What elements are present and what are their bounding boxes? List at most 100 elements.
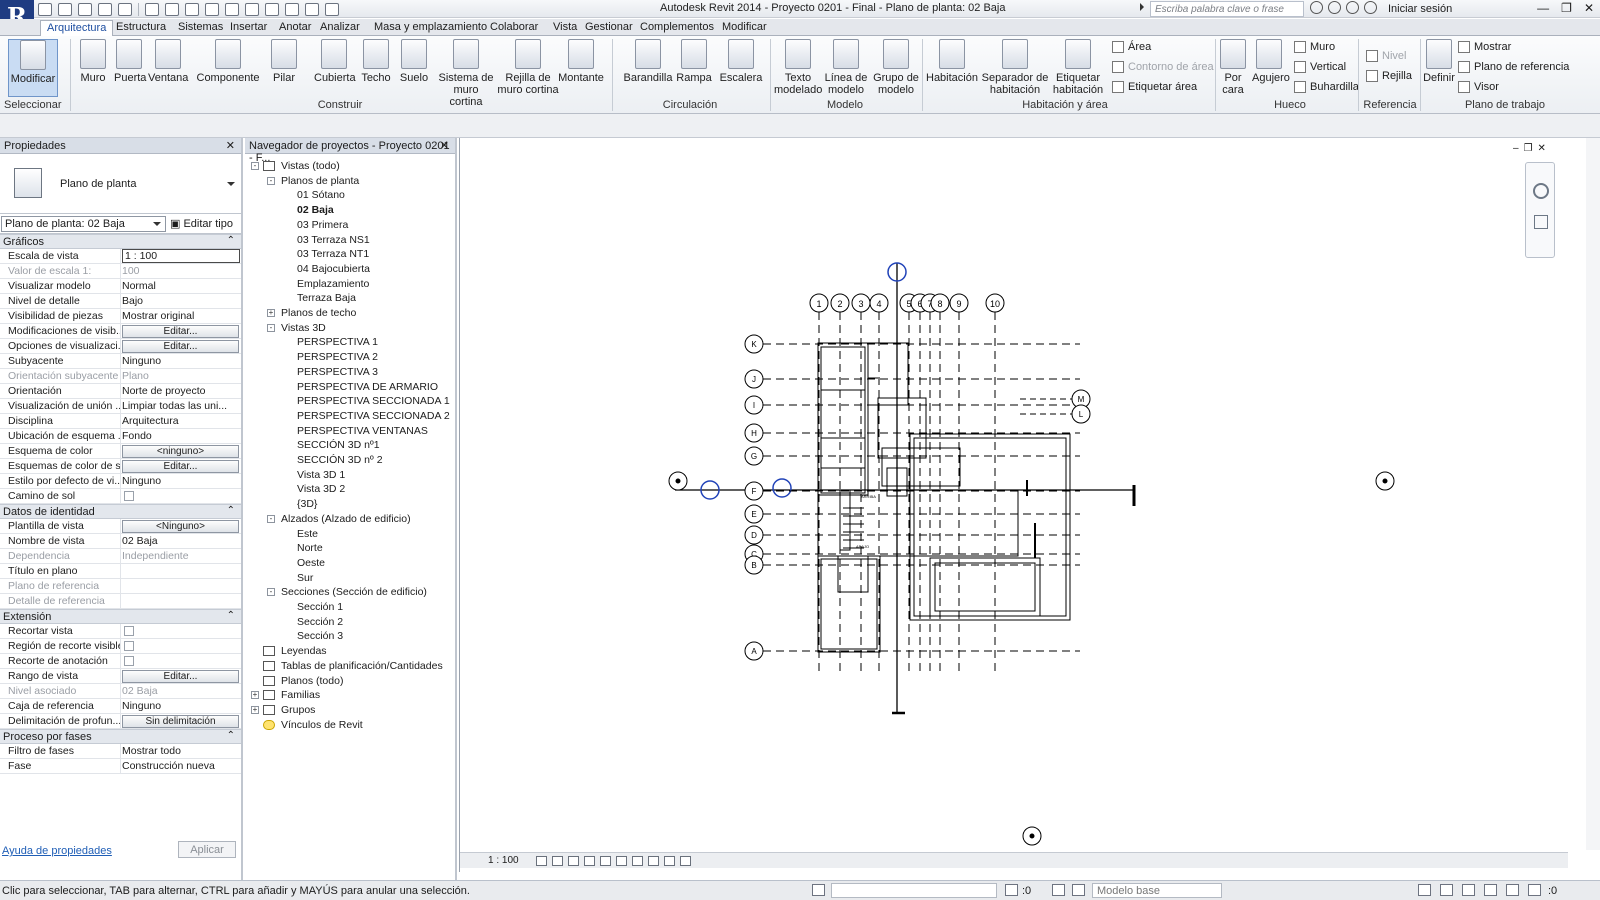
browser-item-seccion-3d-n-2[interactable]: SECCIÓN 3D nº 2	[297, 454, 383, 466]
expand-icon[interactable]: +	[267, 309, 275, 317]
property-edit-button[interactable]: Sin delimitación	[122, 715, 239, 728]
text-icon[interactable]	[205, 2, 219, 16]
barandilla-button[interactable]: Barandilla	[620, 39, 676, 84]
search-expand-icon[interactable]	[1140, 3, 1144, 11]
rampa-button[interactable]: Rampa	[676, 39, 712, 84]
binoculars-icon[interactable]	[1310, 1, 1323, 14]
browser-item-familias[interactable]: Familias	[281, 689, 320, 701]
tab-complementos[interactable]: Complementos	[634, 20, 720, 36]
tab-colaborar[interactable]: Colaborar	[484, 20, 544, 36]
subscription-icon[interactable]	[1328, 1, 1341, 14]
section-icon[interactable]	[245, 2, 259, 16]
browser-item-leyendas[interactable]: Leyendas	[281, 645, 327, 657]
puerta-button[interactable]: Puerta	[114, 39, 146, 84]
wall[interactable]	[817, 489, 1019, 557]
property-checkbox[interactable]	[124, 641, 134, 651]
texto-modelado-button[interactable]: Texto modelado	[774, 39, 822, 96]
browser-item-perspectiva-seccionada-2[interactable]: PERSPECTIVA SECCIONADA 2	[297, 410, 450, 422]
sync-icon[interactable]	[78, 2, 92, 16]
collapse-icon[interactable]: ⌃	[227, 730, 235, 741]
redo-icon[interactable]	[118, 2, 132, 16]
tab-arquitectura[interactable]: Arquitectura	[40, 20, 114, 36]
section-marker[interactable]	[772, 478, 792, 498]
habitacion-button[interactable]: Habitación	[926, 39, 978, 84]
wall[interactable]	[877, 397, 927, 459]
property-value[interactable]: 02 Baja	[122, 535, 240, 547]
select-by-face-icon[interactable]	[1484, 884, 1497, 896]
close-icon[interactable]: ✕	[226, 139, 235, 152]
browser-item-perspectiva-de-armario[interactable]: PERSPECTIVA DE ARMARIO	[297, 381, 438, 393]
tab-analizar[interactable]: Analizar	[314, 20, 366, 36]
instance-selector[interactable]: Plano de planta: 02 Baja	[1, 216, 166, 232]
browser-item-vista-3d-2[interactable]: Vista 3D 2	[297, 483, 345, 495]
wall[interactable]	[881, 447, 961, 487]
browser-item-vistas-todo[interactable]: Vistas (todo)	[281, 160, 340, 172]
workset-dropdown[interactable]	[831, 883, 997, 898]
browser-item-perspectiva-ventanas[interactable]: PERSPECTIVA VENTANAS	[297, 425, 428, 437]
vertical-small-button[interactable]: Vertical	[1294, 61, 1346, 73]
vertical-scrollbar[interactable]	[1586, 138, 1600, 850]
wall[interactable]	[867, 342, 909, 406]
chevron-down-icon[interactable]	[227, 182, 235, 186]
grupo-de-modelo-button[interactable]: Grupo de modelo	[870, 39, 922, 96]
browser-item-alzados-alzado-de-edificio[interactable]: Alzados (Alzado de edificio)	[281, 513, 411, 525]
aligned-dimension-icon[interactable]	[165, 2, 179, 16]
browser-item-planos-de-planta[interactable]: Planos de planta	[281, 175, 359, 187]
property-value[interactable]: Norte de proyecto	[122, 385, 240, 397]
property-value[interactable]: Mostrar original	[122, 310, 240, 322]
muro-button[interactable]: Muro	[78, 39, 108, 84]
wall[interactable]	[909, 433, 1071, 621]
group-datos-de-identidad[interactable]: Datos de identidad ⌃	[0, 504, 241, 519]
shadows-icon[interactable]	[584, 856, 595, 866]
montante-button[interactable]: Montante	[556, 39, 606, 84]
edit-type-button[interactable]: ▣ Editar tipo	[170, 217, 233, 230]
unlock-3d-icon[interactable]	[632, 856, 643, 866]
rejilla-de-muro-cortina-button[interactable]: Rejilla de muro cortina	[494, 39, 562, 96]
browser-item-perspectiva-1[interactable]: PERSPECTIVA 1	[297, 336, 378, 348]
measure-icon[interactable]	[145, 2, 159, 16]
close-icon[interactable]: ✕	[440, 139, 449, 152]
crop-region-icon[interactable]	[616, 856, 627, 866]
tab-insertar[interactable]: Insertar	[224, 20, 273, 36]
browser-item-perspectiva-2[interactable]: PERSPECTIVA 2	[297, 351, 378, 363]
reveal-hidden-icon[interactable]	[664, 856, 675, 866]
property-edit-button[interactable]: Editar...	[122, 460, 239, 473]
browser-item-3d[interactable]: {3D}	[297, 498, 317, 510]
property-edit-button[interactable]: <ninguno>	[122, 445, 239, 458]
browser-item-seccion-3[interactable]: Sección 3	[297, 630, 343, 642]
undo-icon[interactable]	[98, 2, 112, 16]
linea-de-modelo-button[interactable]: Línea de modelo	[824, 39, 868, 96]
etiquetar-habitacion-button[interactable]: Etiquetar habitación	[1050, 39, 1106, 96]
select-pinned-icon[interactable]	[1462, 884, 1475, 896]
browser-item-terraza-baja[interactable]: Terraza Baja	[297, 292, 356, 304]
property-value[interactable]: Bajo	[122, 295, 240, 307]
property-value[interactable]: Fondo	[122, 430, 240, 442]
por-cara-button[interactable]: Por cara	[1218, 39, 1248, 96]
favorites-star-icon[interactable]	[1364, 1, 1377, 14]
agujero-button[interactable]: Agujero	[1252, 39, 1290, 84]
property-value[interactable]: Construcción nueva	[122, 760, 240, 772]
collapse-icon[interactable]: -	[267, 176, 275, 185]
property-checkbox[interactable]	[124, 491, 134, 501]
design-options-icon[interactable]	[1052, 884, 1065, 896]
close-icon[interactable]: ✕	[1584, 1, 1594, 15]
tab-masa-y-emplazamiento[interactable]: Masa y emplazamiento	[368, 20, 493, 36]
collapse-icon[interactable]: ⌃	[227, 610, 235, 621]
save-icon[interactable]	[58, 2, 72, 16]
browser-item-02-baja[interactable]: 02 Baja	[297, 204, 334, 216]
escalera-button[interactable]: Escalera	[718, 39, 764, 84]
analytical-model-icon[interactable]	[680, 856, 691, 866]
separador-de-habitacion-button[interactable]: Separador de habitación	[980, 39, 1050, 96]
wall[interactable]	[839, 489, 851, 551]
switch-windows-icon[interactable]	[305, 2, 319, 16]
property-edit-button[interactable]: Editar...	[122, 340, 239, 353]
browser-item-perspectiva-3[interactable]: PERSPECTIVA 3	[297, 366, 378, 378]
property-value[interactable]: Limpiar todas las uni...	[122, 400, 240, 412]
tab-sistemas[interactable]: Sistemas	[172, 20, 229, 36]
browser-item-perspectiva-seccionada-1[interactable]: PERSPECTIVA SECCIONADA 1	[297, 395, 450, 407]
contorno-de-area-small-button[interactable]: Contorno de área	[1112, 61, 1214, 73]
cubierta-button[interactable]: Cubierta	[314, 39, 356, 84]
design-option-dropdown[interactable]: Modelo base	[1092, 883, 1222, 898]
browser-item-planos-de-techo[interactable]: Planos de techo	[281, 307, 356, 319]
browser-item-sur[interactable]: Sur	[297, 572, 313, 584]
